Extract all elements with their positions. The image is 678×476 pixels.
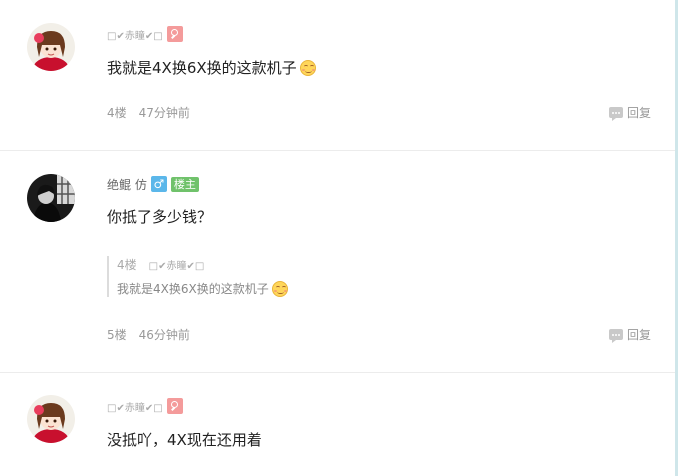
- comment-5: 绝鲲 仿 ♂ 楼主 你抵了多少钱？ 4楼 □✔赤瞳✔□ 我就是4X换6X换的这款…: [0, 151, 675, 371]
- quote-floor: 4楼: [117, 257, 137, 272]
- comment-bubble-icon: [608, 329, 623, 343]
- search-badge-icon: [166, 26, 183, 42]
- comment-6: □✔赤瞳✔□ 没抵吖，4X现在还用着: [0, 373, 675, 476]
- avatar[interactable]: [27, 395, 75, 443]
- avatar[interactable]: [27, 174, 75, 222]
- author-row: □✔赤瞳✔□: [107, 25, 183, 43]
- comment-meta: 5楼 46分钟前: [107, 326, 190, 343]
- op-badge: 楼主: [170, 176, 199, 192]
- reply-label: 回复: [626, 106, 651, 120]
- search-badge-icon: [166, 398, 183, 414]
- quote-text: 我就是4X换6X换的这款机子: [117, 282, 269, 296]
- username[interactable]: □✔赤瞳✔□: [107, 399, 163, 414]
- comment-text: 没抵吖，4X现在还用着: [107, 431, 262, 449]
- reply-label: 回复: [626, 328, 651, 342]
- reply-button[interactable]: 回复: [608, 326, 651, 343]
- comment-bubble-icon: [608, 107, 623, 121]
- author-row: 绝鲲 仿 ♂ 楼主: [107, 175, 199, 193]
- floor-number: 4楼: [107, 106, 127, 120]
- post-time: 46分钟前: [138, 328, 190, 342]
- smile-emoji-icon: [299, 59, 316, 76]
- reply-button[interactable]: 回复: [608, 104, 651, 121]
- comment-4: □✔赤瞳✔□ 我就是4X换6X换的这款机子 4楼 47分钟前 回复: [0, 0, 675, 150]
- username[interactable]: □✔赤瞳✔□: [107, 27, 163, 42]
- author-row: □✔赤瞳✔□: [107, 397, 183, 415]
- quoted-comment: 4楼 □✔赤瞳✔□ 我就是4X换6X换的这款机子: [107, 256, 657, 297]
- comment-text: 我就是4X换6X换的这款机子: [107, 59, 297, 77]
- username[interactable]: 绝鲲 仿: [107, 176, 147, 193]
- quote-header: 4楼 □✔赤瞳✔□: [117, 256, 657, 272]
- floor-number: 5楼: [107, 328, 127, 342]
- comment-text: 你抵了多少钱？: [107, 208, 213, 226]
- quote-username[interactable]: □✔赤瞳✔□: [149, 257, 205, 272]
- comment-content: 我就是4X换6X换的这款机子: [107, 57, 316, 78]
- comment-content: 没抵吖，4X现在还用着: [107, 429, 262, 450]
- comment-meta: 4楼 47分钟前: [107, 104, 190, 121]
- smile-emoji-icon: [271, 280, 288, 297]
- post-time: 47分钟前: [138, 106, 190, 120]
- quote-content: 我就是4X换6X换的这款机子: [117, 280, 657, 297]
- male-icon: ♂: [150, 176, 167, 192]
- avatar[interactable]: [27, 23, 75, 71]
- comment-content: 你抵了多少钱？: [107, 206, 212, 227]
